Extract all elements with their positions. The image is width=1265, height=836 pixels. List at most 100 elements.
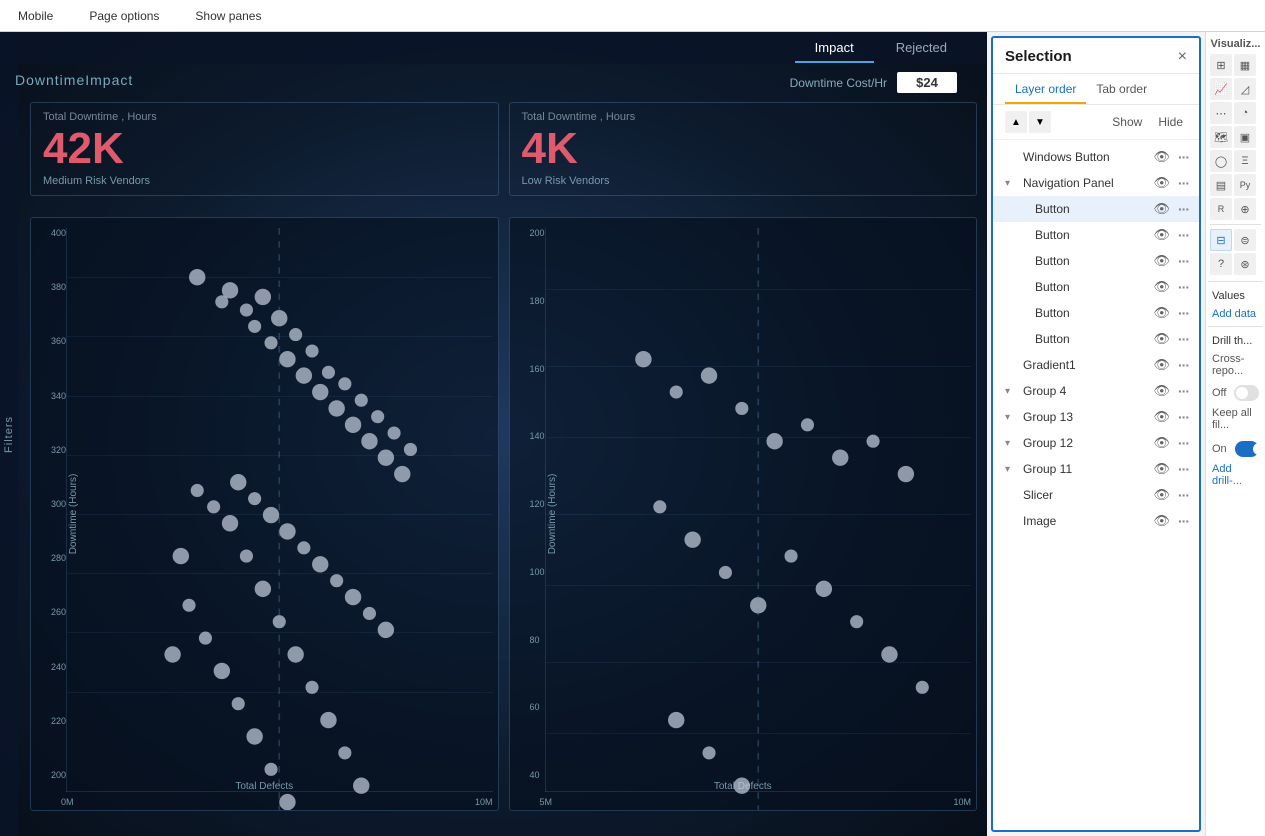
- more-options-icon[interactable]: ···: [1176, 461, 1191, 477]
- chevron-icon: ▾: [1005, 464, 1019, 475]
- list-item[interactable]: ▾ Group 13 👁 ···: [993, 404, 1199, 430]
- area-chart-icon[interactable]: ◿: [1234, 78, 1256, 100]
- arrow-group: ▲ ▼: [1005, 111, 1051, 133]
- tab-layer-order[interactable]: Layer order: [1005, 74, 1086, 104]
- more-options-icon[interactable]: ···: [1176, 383, 1191, 399]
- decomp-icon[interactable]: ⊛: [1234, 253, 1256, 275]
- tab-rejected[interactable]: Rejected: [876, 34, 967, 63]
- python-icon[interactable]: Py: [1234, 174, 1256, 196]
- show-hide-buttons: Show Hide: [1108, 113, 1187, 131]
- viz-icons: ⊞ ▦ 📈 ◿ ⋯ ◔ 🗺 ▣ ◯ Ξ: [1206, 52, 1265, 277]
- toolbar-page-options[interactable]: Page options: [81, 5, 167, 27]
- more-options-icon[interactable]: ···: [1176, 149, 1191, 165]
- item-label: Button: [1035, 306, 1147, 320]
- kpi-right-label: Total Downtime , Hours: [522, 111, 965, 123]
- list-item[interactable]: Button 👁 ···: [993, 274, 1199, 300]
- more-options-icon[interactable]: ···: [1176, 227, 1191, 243]
- more-options-icon[interactable]: ···: [1176, 487, 1191, 503]
- list-item[interactable]: ▾ Navigation Panel 👁 ···: [993, 170, 1199, 196]
- visibility-icon[interactable]: 👁: [1151, 253, 1172, 269]
- qa-icon[interactable]: ?: [1210, 253, 1232, 275]
- more-options-icon[interactable]: ···: [1176, 305, 1191, 321]
- drill-label: Drill th...: [1206, 331, 1265, 351]
- table-icon[interactable]: ⊞: [1210, 54, 1232, 76]
- visibility-icon[interactable]: 👁: [1151, 305, 1172, 321]
- more-options-icon[interactable]: ···: [1176, 279, 1191, 295]
- r-icon[interactable]: R: [1210, 198, 1232, 220]
- pie-chart-icon[interactable]: ◔: [1234, 102, 1256, 124]
- map-icon[interactable]: 🗺: [1210, 126, 1232, 148]
- item-label: Slicer: [1023, 488, 1147, 502]
- kpi-left-label: Total Downtime , Hours: [43, 111, 486, 123]
- cost-input[interactable]: [897, 72, 957, 93]
- tab-tab-order[interactable]: Tab order: [1086, 74, 1157, 104]
- bar-chart-icon[interactable]: ▦: [1234, 54, 1256, 76]
- visibility-icon[interactable]: 👁: [1151, 435, 1172, 451]
- visibility-icon[interactable]: 👁: [1151, 201, 1172, 217]
- gauge-icon[interactable]: ◯: [1210, 150, 1232, 172]
- visibility-icon[interactable]: 👁: [1151, 227, 1172, 243]
- kpi-right-value: 4K: [522, 127, 965, 171]
- list-item[interactable]: Slicer 👁 ···: [993, 482, 1199, 508]
- more-options-icon[interactable]: ···: [1176, 331, 1191, 347]
- visibility-icon[interactable]: 👁: [1151, 149, 1172, 165]
- visibility-icon[interactable]: 👁: [1151, 409, 1172, 425]
- visibility-icon[interactable]: 👁: [1151, 279, 1172, 295]
- grid-icon[interactable]: ⊟: [1210, 229, 1232, 251]
- toolbar-show-panes[interactable]: Show panes: [187, 5, 269, 27]
- kpi-icon[interactable]: Ξ: [1234, 150, 1256, 172]
- visibility-icon[interactable]: 👁: [1151, 175, 1172, 191]
- visibility-icon[interactable]: 👁: [1151, 461, 1172, 477]
- viz-row: ? ⊛: [1210, 253, 1261, 275]
- add-drill-button[interactable]: Add drill-...: [1206, 459, 1265, 491]
- list-item[interactable]: Button 👁 ···: [993, 222, 1199, 248]
- custom-icon[interactable]: ⊕: [1234, 198, 1256, 220]
- visibility-icon[interactable]: 👁: [1151, 513, 1172, 529]
- more-options-icon[interactable]: ···: [1176, 409, 1191, 425]
- cross-report-toggle[interactable]: [1234, 385, 1259, 401]
- selection-close-button[interactable]: ×: [1178, 49, 1187, 65]
- list-item[interactable]: Button 👁 ···: [993, 196, 1199, 222]
- card-icon[interactable]: ▣: [1234, 126, 1256, 148]
- scatter-chart-icon[interactable]: ⋯: [1210, 102, 1232, 124]
- canvas-area: Filters Impact Rejected DowntimeImpact D…: [0, 32, 987, 836]
- visibility-icon[interactable]: 👁: [1151, 331, 1172, 347]
- more-options-icon[interactable]: ···: [1176, 201, 1191, 217]
- values-label: Values: [1206, 286, 1265, 306]
- list-item[interactable]: Button 👁 ···: [993, 248, 1199, 274]
- visibility-icon[interactable]: 👁: [1151, 383, 1172, 399]
- more-options-icon[interactable]: ···: [1176, 357, 1191, 373]
- show-button[interactable]: Show: [1108, 113, 1146, 131]
- toolbar-mobile[interactable]: Mobile: [10, 5, 61, 27]
- list-item[interactable]: ▾ Group 11 👁 ···: [993, 456, 1199, 482]
- item-label: Image: [1023, 514, 1147, 528]
- hide-button[interactable]: Hide: [1154, 113, 1187, 131]
- list-item[interactable]: Button 👁 ···: [993, 326, 1199, 352]
- list-item[interactable]: Gradient1 👁 ···: [993, 352, 1199, 378]
- viz-row: 🗺 ▣: [1210, 126, 1261, 148]
- item-label: Gradient1: [1023, 358, 1147, 372]
- more-options-icon[interactable]: ···: [1176, 513, 1191, 529]
- add-data-button[interactable]: Add data: [1206, 306, 1265, 322]
- more-options-icon[interactable]: ···: [1176, 175, 1191, 191]
- selection-panel: Selection × Layer order Tab order ▲ ▼ Sh…: [991, 36, 1201, 832]
- filter-tab[interactable]: Filters: [0, 32, 18, 836]
- list-item[interactable]: ▾ Group 12 👁 ···: [993, 430, 1199, 456]
- more-options-icon[interactable]: ···: [1176, 435, 1191, 451]
- visibility-icon[interactable]: 👁: [1151, 357, 1172, 373]
- move-up-button[interactable]: ▲: [1005, 111, 1027, 133]
- more-options-icon[interactable]: ···: [1176, 253, 1191, 269]
- tab-impact[interactable]: Impact: [795, 34, 874, 63]
- list-item[interactable]: Windows Button 👁 ···: [993, 144, 1199, 170]
- list-item[interactable]: ▾ Group 4 👁 ···: [993, 378, 1199, 404]
- move-down-button[interactable]: ▼: [1029, 111, 1051, 133]
- keep-all-toggle[interactable]: [1235, 441, 1259, 457]
- matrix-icon[interactable]: ▤: [1210, 174, 1232, 196]
- filter-icon[interactable]: ⊜: [1234, 229, 1256, 251]
- list-item[interactable]: Button 👁 ···: [993, 300, 1199, 326]
- visibility-icon[interactable]: 👁: [1151, 487, 1172, 503]
- line-chart-icon[interactable]: 📈: [1210, 78, 1232, 100]
- viz-row: ⊞ ▦: [1210, 54, 1261, 76]
- chevron-icon: ▾: [1005, 178, 1019, 189]
- list-item[interactable]: Image 👁 ···: [993, 508, 1199, 534]
